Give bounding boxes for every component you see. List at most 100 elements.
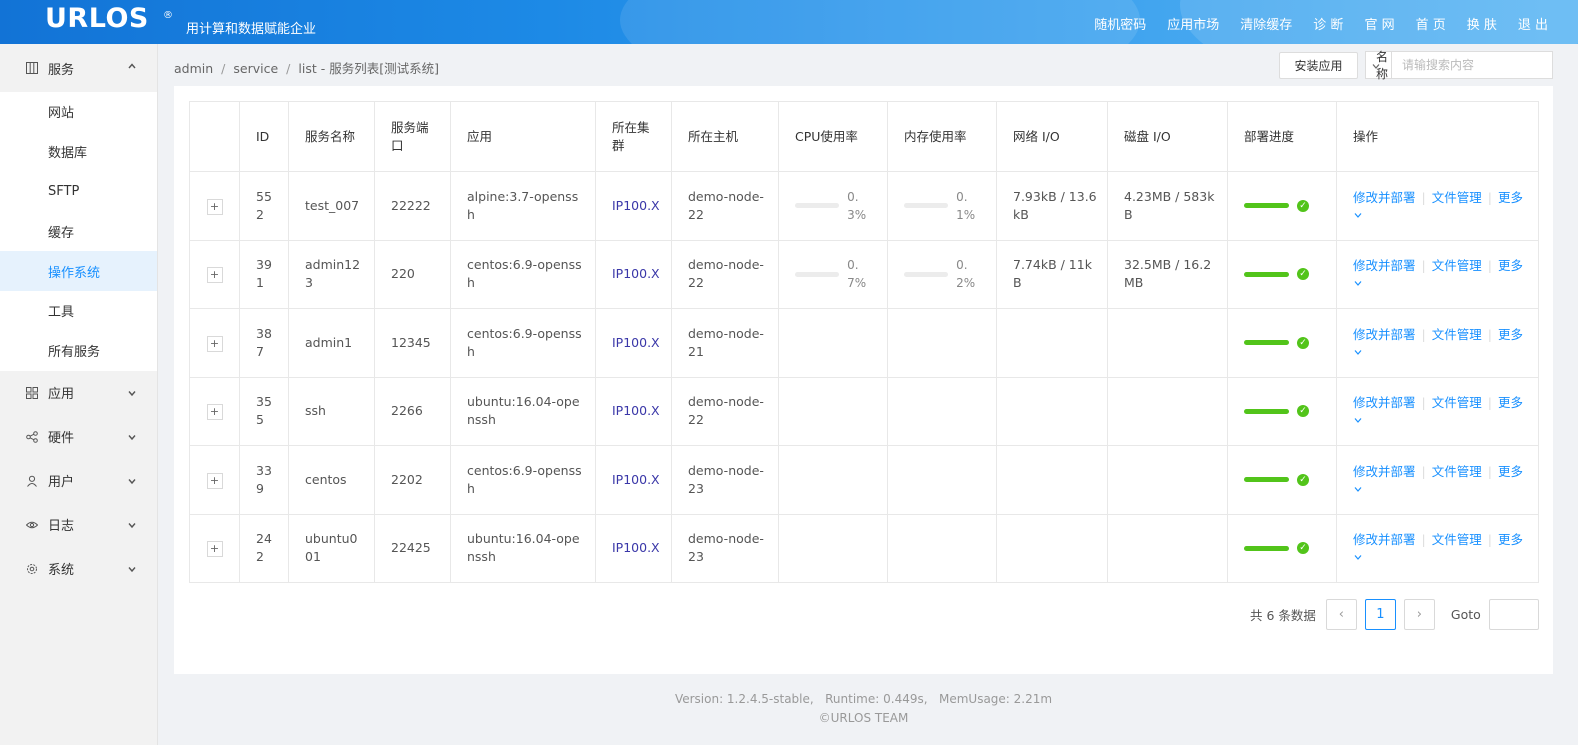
sidebar-group-system[interactable]: 系统 — [0, 547, 157, 591]
mem-usage: 0.1% — [904, 188, 986, 224]
cell-id: 387 — [239, 308, 289, 378]
search-input[interactable] — [1392, 52, 1552, 78]
table-body: +552 test_007 22222 alpine:3.7-openssh IP100… — [189, 171, 1539, 583]
edit-deploy-link[interactable]: 修改并部署 — [1353, 190, 1416, 205]
edit-deploy-link[interactable]: 修改并部署 — [1353, 258, 1416, 273]
cpu-usage-bar — [795, 271, 840, 277]
edit-deploy-link[interactable]: 修改并部署 — [1353, 532, 1416, 547]
edit-deploy-link[interactable]: 修改并部署 — [1353, 395, 1416, 410]
cluster-link[interactable]: IP100.X — [612, 403, 660, 418]
table-row: +355 ssh 2266 ubuntu:16.04-openssh IP100.X de… — [189, 376, 1539, 446]
file-manager-link[interactable]: 文件管理 — [1432, 464, 1482, 479]
top-header: URLOS ® 用计算和数据赋能企业 随机密码 应用市场 清除缓存 诊 断 官 … — [0, 0, 1578, 44]
deploy-progress-bar — [1244, 408, 1289, 414]
col-actions: 操作 — [1336, 101, 1539, 172]
cell-host: demo-node-23 — [671, 513, 779, 583]
cell-id: 552 — [239, 171, 289, 241]
cell-disk-io — [1107, 445, 1228, 515]
file-manager-link[interactable]: 文件管理 — [1432, 190, 1482, 205]
sidebar-item-sftp[interactable]: SFTP — [0, 172, 157, 212]
cluster-link[interactable]: IP100.X — [612, 266, 660, 281]
chevron-down-icon[interactable] — [1353, 412, 1528, 428]
expand-row-button[interactable]: + — [206, 472, 223, 489]
nav-diagnose[interactable]: 诊 断 — [1313, 14, 1343, 33]
nav-home[interactable]: 首 页 — [1416, 14, 1446, 33]
chevron-down-icon[interactable] — [1353, 207, 1528, 223]
goto-page-input[interactable] — [1488, 598, 1539, 630]
sidebar-item-tools[interactable]: 工具 — [0, 291, 157, 331]
search-field-select[interactable]: 名称 — [1366, 50, 1392, 81]
more-dropdown[interactable]: 更多 — [1498, 258, 1523, 273]
sidebar-group-label: 系统 — [48, 563, 75, 579]
cell-host: demo-node-22 — [671, 376, 779, 446]
next-page-button[interactable]: › — [1403, 598, 1435, 630]
cluster-link[interactable]: IP100.X — [612, 198, 660, 213]
chevron-down-icon[interactable] — [1353, 275, 1528, 291]
cell-disk-io — [1107, 513, 1228, 583]
chevron-down-icon[interactable] — [1353, 344, 1528, 360]
sidebar-group-users[interactable]: 用户 — [0, 459, 157, 503]
sidebar-group-hardware[interactable]: 硬件 — [0, 415, 157, 459]
cell-host: demo-node-22 — [671, 171, 779, 241]
nav-official-site[interactable]: 官 网 — [1364, 14, 1394, 33]
edit-deploy-link[interactable]: 修改并部署 — [1353, 327, 1416, 342]
cell-disk-io: 4.23MB / 583kB — [1107, 171, 1228, 241]
footer-version: Version: 1.2.4.5-stable, Runtime: 0.449s… — [674, 692, 1053, 706]
deploy-progress: ✓ — [1244, 405, 1326, 418]
sidebar-item-cache[interactable]: 缓存 — [0, 211, 157, 251]
more-dropdown[interactable]: 更多 — [1498, 464, 1523, 479]
urlos-logo[interactable]: URLOS — [45, 3, 149, 34]
chevron-down-icon — [127, 431, 137, 446]
sidebar-group-label: 日志 — [48, 519, 75, 535]
expand-row-button[interactable]: + — [206, 335, 223, 352]
sidebar-group-label: 服务 — [48, 62, 75, 78]
mem-usage-value: 0.2% — [956, 258, 976, 291]
nav-random-password[interactable]: 随机密码 — [1094, 14, 1146, 33]
check-circle-icon: ✓ — [1297, 199, 1309, 212]
file-manager-link[interactable]: 文件管理 — [1432, 532, 1482, 547]
cluster-link[interactable]: IP100.X — [612, 472, 660, 487]
more-dropdown[interactable]: 更多 — [1498, 190, 1523, 205]
more-dropdown[interactable]: 更多 — [1498, 327, 1523, 342]
expand-row-button[interactable]: + — [206, 198, 223, 215]
file-manager-link[interactable]: 文件管理 — [1432, 258, 1482, 273]
chevron-down-icon[interactable] — [1353, 481, 1528, 497]
nav-clear-cache[interactable]: 清除缓存 — [1240, 14, 1292, 33]
sidebar-item-database[interactable]: 数据库 — [0, 132, 157, 172]
sidebar-group-service[interactable]: 服务 — [0, 44, 157, 92]
edit-deploy-link[interactable]: 修改并部署 — [1353, 464, 1416, 479]
sidebar-item-website[interactable]: 网站 — [0, 92, 157, 132]
expand-row-button[interactable]: + — [206, 404, 223, 421]
page-1-button[interactable]: 1 — [1364, 598, 1396, 630]
file-manager-link[interactable]: 文件管理 — [1432, 327, 1482, 342]
cell-net-io: 7.74kB / 11kB — [996, 239, 1108, 309]
cluster-link[interactable]: IP100.X — [612, 540, 660, 555]
sidebar-group-apps[interactable]: 应用 — [0, 371, 157, 415]
cell-port: 2266 — [374, 376, 451, 446]
expand-row-button[interactable]: + — [206, 541, 223, 558]
sidebar-item-os[interactable]: 操作系统 — [0, 251, 157, 291]
cell-id: 339 — [239, 445, 289, 515]
nav-change-skin[interactable]: 换 肤 — [1467, 14, 1497, 33]
chevron-down-icon[interactable] — [1353, 549, 1528, 565]
cell-port: 2202 — [374, 445, 451, 515]
deploy-progress-bar — [1244, 340, 1289, 346]
cluster-link[interactable]: IP100.X — [612, 335, 660, 350]
expand-row-button[interactable]: + — [206, 267, 223, 284]
cell-host: demo-node-21 — [671, 308, 779, 378]
nav-app-market[interactable]: 应用市场 — [1167, 14, 1219, 33]
more-dropdown[interactable]: 更多 — [1498, 395, 1523, 410]
file-manager-link[interactable]: 文件管理 — [1432, 395, 1482, 410]
breadcrumb-admin[interactable]: admin — [174, 61, 213, 76]
nav-logout[interactable]: 退 出 — [1518, 14, 1548, 33]
breadcrumb-service[interactable]: service — [233, 61, 278, 76]
prev-page-button[interactable]: ‹ — [1325, 598, 1357, 630]
sidebar-item-all-services[interactable]: 所有服务 — [0, 331, 157, 371]
cell-service-name: ssh — [288, 376, 375, 446]
cpu-usage-bar — [795, 203, 840, 209]
deploy-progress-bar — [1244, 545, 1289, 551]
sidebar-group-logs[interactable]: 日志 — [0, 503, 157, 547]
more-dropdown[interactable]: 更多 — [1498, 532, 1523, 547]
breadcrumb-list[interactable]: list — [298, 61, 316, 76]
install-app-button[interactable]: 安装应用 — [1279, 52, 1358, 79]
